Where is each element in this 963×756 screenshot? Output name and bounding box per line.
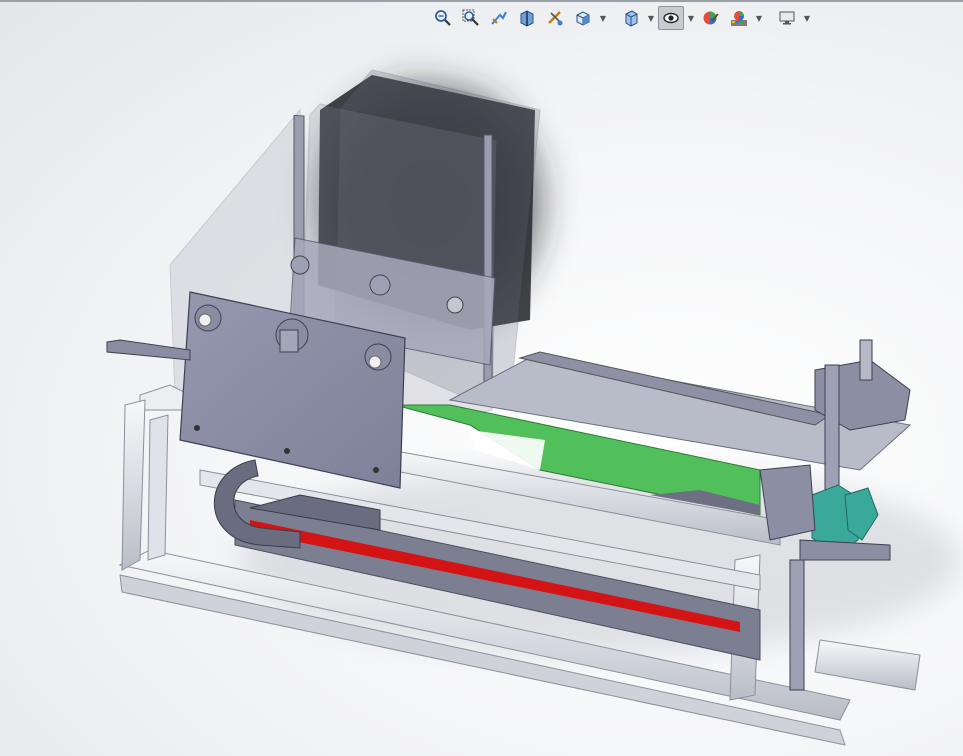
dynamic-annotation-icon[interactable]	[542, 6, 568, 30]
previous-view-icon[interactable]	[486, 6, 512, 30]
hide-show-items-icon[interactable]	[658, 6, 684, 30]
view-settings-dropdown-icon[interactable]: ▼	[802, 7, 812, 29]
zoom-to-fit-icon[interactable]	[430, 6, 456, 30]
view-orientation-icon[interactable]	[570, 6, 596, 30]
view-settings-icon[interactable]	[774, 6, 800, 30]
heads-up-view-toolbar: ▼ ▼ ▼ ▼ ▼	[430, 6, 812, 30]
frame-right-foot	[814, 639, 921, 691]
graphics-viewport[interactable]: ▼ ▼ ▼ ▼ ▼	[0, 0, 963, 756]
edit-appearance-icon[interactable]	[698, 6, 724, 30]
view-orientation-dropdown-icon[interactable]: ▼	[598, 7, 608, 29]
frame-post-left-front	[121, 399, 146, 571]
section-view-icon[interactable]	[514, 6, 540, 30]
hide-show-items-dropdown-icon[interactable]: ▼	[686, 7, 696, 29]
gripper-side-plate	[759, 464, 816, 541]
apply-scene-dropdown-icon[interactable]: ▼	[754, 7, 764, 29]
zoom-to-area-icon[interactable]	[458, 6, 484, 30]
gripper-lower-column	[789, 559, 805, 691]
display-style-dropdown-icon[interactable]: ▼	[646, 7, 656, 29]
gripper-cylinder	[859, 339, 873, 381]
frame-post-left-rear	[147, 414, 169, 561]
display-style-icon[interactable]	[618, 6, 644, 30]
cad-assembly-model[interactable]	[0, 0, 963, 756]
apply-scene-icon[interactable]	[726, 6, 752, 30]
